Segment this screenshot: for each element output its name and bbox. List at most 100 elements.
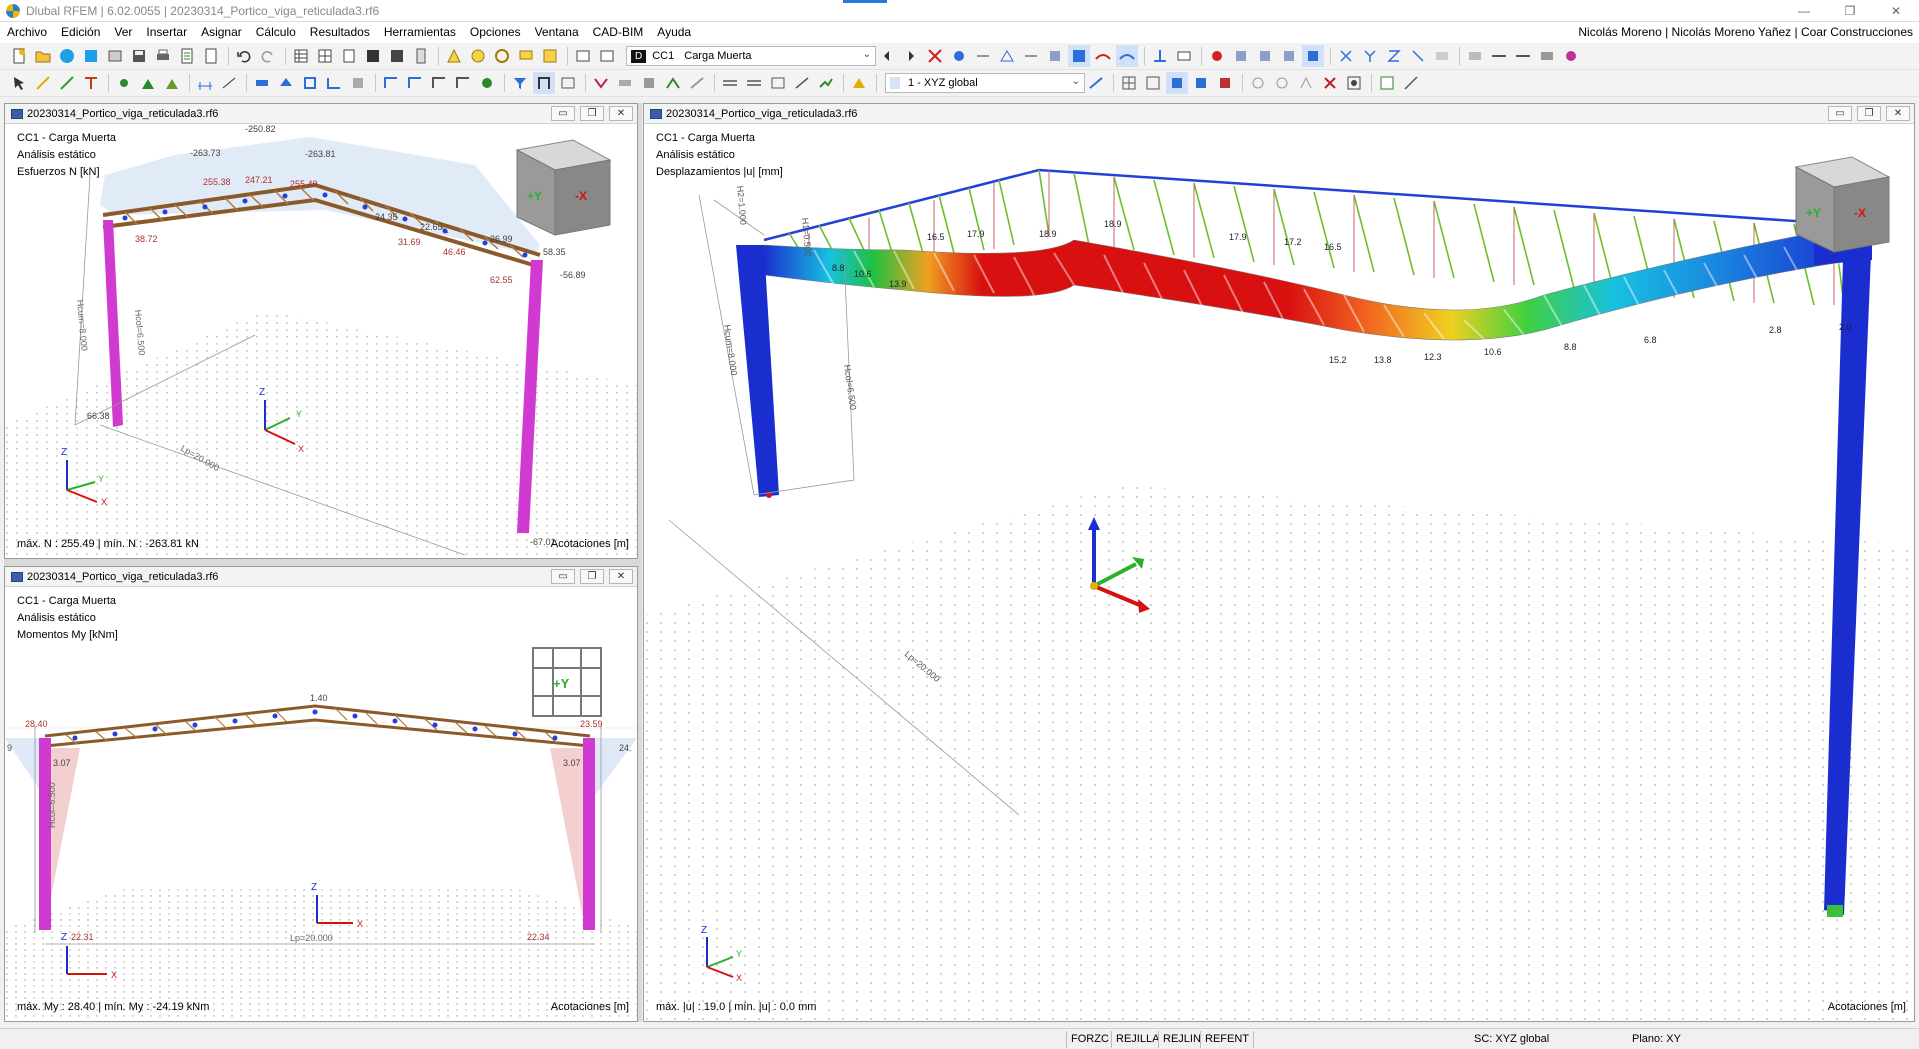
draw-icon[interactable] xyxy=(443,45,465,67)
status-rejilla[interactable]: REJILLA xyxy=(1111,1031,1165,1048)
show-frame-icon[interactable] xyxy=(533,72,555,94)
tool-5-icon[interactable] xyxy=(1302,45,1324,67)
measure-tool-icon[interactable] xyxy=(1400,72,1422,94)
minimize-button[interactable]: — xyxy=(1781,0,1827,22)
filter-icon[interactable] xyxy=(509,72,531,94)
pane-restore-button[interactable]: ❐ xyxy=(580,106,604,121)
next-arrow-icon[interactable] xyxy=(900,45,922,67)
snap-active-icon[interactable] xyxy=(1166,72,1188,94)
tool-4-icon[interactable] xyxy=(1278,45,1300,67)
delete-icon[interactable] xyxy=(1319,72,1341,94)
view-pane-moments[interactable]: 20230314_Portico_viga_reticulada3.rf6 ▭ … xyxy=(4,566,638,1022)
render-icon[interactable] xyxy=(1560,45,1582,67)
settings-icon[interactable] xyxy=(1343,72,1365,94)
script-icon[interactable] xyxy=(386,45,408,67)
measure-2-icon[interactable] xyxy=(404,72,426,94)
pane-minimize-button[interactable]: ▭ xyxy=(551,106,575,121)
loadcase-prev-icon[interactable] xyxy=(572,45,594,67)
horizontal-splitter[interactable] xyxy=(4,559,638,566)
comment-icon[interactable] xyxy=(515,45,537,67)
res-2-icon[interactable] xyxy=(743,72,765,94)
tool-2-icon[interactable] xyxy=(1230,45,1252,67)
result-red-icon[interactable] xyxy=(924,45,946,67)
view-cube[interactable]: +Y -X xyxy=(515,139,612,236)
snap-obj-icon[interactable] xyxy=(1190,72,1212,94)
snap-point-icon[interactable] xyxy=(1142,72,1164,94)
menu-edicion[interactable]: Edición xyxy=(54,22,107,43)
dim-axis-icon[interactable] xyxy=(218,72,240,94)
view-pane-displacements[interactable]: 20230314_Portico_viga_reticulada3.rf6 ▭ … xyxy=(643,103,1915,1022)
pane-close-button[interactable]: ✕ xyxy=(609,569,633,584)
line-green-icon[interactable] xyxy=(56,72,78,94)
document-icon[interactable] xyxy=(200,45,222,67)
res-5-icon[interactable] xyxy=(815,72,837,94)
view-options-icon[interactable] xyxy=(1431,45,1453,67)
res-4-icon[interactable] xyxy=(791,72,813,94)
pane-close-button[interactable]: ✕ xyxy=(1886,106,1910,121)
menu-opciones[interactable]: Opciones xyxy=(463,22,528,43)
save-icon[interactable] xyxy=(128,45,150,67)
misc-3-icon[interactable] xyxy=(1295,72,1317,94)
vis-5-icon[interactable] xyxy=(686,72,708,94)
report-icon[interactable] xyxy=(176,45,198,67)
dimension-icon[interactable] xyxy=(194,72,216,94)
moment-3d-view[interactable]: 1.40 28.40 23.59 3.07 3.07 22.31 22.34 9… xyxy=(5,588,637,1022)
undo-icon[interactable] xyxy=(233,45,255,67)
snap-grid-icon[interactable] xyxy=(1118,72,1140,94)
cube-icon[interactable] xyxy=(1044,45,1066,67)
prev-arrow-icon[interactable] xyxy=(876,45,898,67)
measure-4-icon[interactable] xyxy=(452,72,474,94)
table-icon[interactable] xyxy=(290,45,312,67)
console-icon[interactable] xyxy=(362,45,384,67)
image-export-icon[interactable] xyxy=(1376,72,1398,94)
coordinate-system-select[interactable]: 1 - XYZ global ⌄ xyxy=(885,73,1085,93)
axis-z-icon[interactable] xyxy=(1383,45,1405,67)
tool-3-icon[interactable] xyxy=(1254,45,1276,67)
sync-icon[interactable] xyxy=(80,45,102,67)
menu-cad-bim[interactable]: CAD-BIM xyxy=(586,22,651,43)
tool-1-icon[interactable] xyxy=(1206,45,1228,67)
section-icon[interactable] xyxy=(1149,45,1171,67)
measure-icon[interactable] xyxy=(380,72,402,94)
pointer-icon[interactable] xyxy=(8,72,30,94)
menu-asignar[interactable]: Asignar xyxy=(194,22,249,43)
rotate-icon[interactable] xyxy=(491,45,513,67)
load-1-icon[interactable] xyxy=(251,72,273,94)
view-cube[interactable]: +Y xyxy=(532,647,602,717)
coord-edit-icon[interactable] xyxy=(1085,72,1107,94)
close-button[interactable]: ✕ xyxy=(1873,0,1919,22)
pane-minimize-button[interactable]: ▭ xyxy=(551,569,575,584)
menu-archivo[interactable]: Archivo xyxy=(0,22,54,43)
menu-ayuda[interactable]: Ayuda xyxy=(650,22,698,43)
status-rejlin[interactable]: REJLIN xyxy=(1158,1031,1206,1048)
view-cube[interactable]: +Y -X xyxy=(1794,156,1891,253)
vis-3-icon[interactable] xyxy=(638,72,660,94)
target-icon[interactable] xyxy=(467,45,489,67)
axis-x-icon[interactable] xyxy=(1335,45,1357,67)
grid-icon[interactable] xyxy=(314,45,336,67)
misc-2-icon[interactable] xyxy=(1271,72,1293,94)
member-icon[interactable] xyxy=(80,72,102,94)
pane-minimize-button[interactable]: ▭ xyxy=(1828,106,1852,121)
pane-restore-button[interactable]: ❐ xyxy=(580,569,604,584)
model-icon[interactable] xyxy=(104,45,126,67)
view-select-icon[interactable] xyxy=(1068,45,1090,67)
layer-2-icon[interactable] xyxy=(1488,45,1510,67)
vertical-splitter[interactable] xyxy=(638,103,642,1022)
layer-4-icon[interactable] xyxy=(1536,45,1558,67)
values-icon[interactable] xyxy=(1020,45,1042,67)
menu-herramientas[interactable]: Herramientas xyxy=(377,22,463,43)
diagram-icon[interactable] xyxy=(996,45,1018,67)
xxx-icon[interactable] xyxy=(972,45,994,67)
axial-force-3d-view[interactable]: -263.73 -250.82 -263.81 255.38 247.21 25… xyxy=(5,125,637,559)
status-forzc[interactable]: FORZC xyxy=(1066,1031,1114,1048)
res-3-icon[interactable] xyxy=(767,72,789,94)
maximize-button[interactable]: ❐ xyxy=(1827,0,1873,22)
open-folder-icon[interactable] xyxy=(32,45,54,67)
menu-resultados[interactable]: Resultados xyxy=(303,22,377,43)
axis-all-icon[interactable] xyxy=(1407,45,1429,67)
loadcase-table-icon[interactable] xyxy=(596,45,618,67)
load-4-icon[interactable] xyxy=(323,72,345,94)
axis-y-icon[interactable] xyxy=(1359,45,1381,67)
menu-insertar[interactable]: Insertar xyxy=(139,22,194,43)
